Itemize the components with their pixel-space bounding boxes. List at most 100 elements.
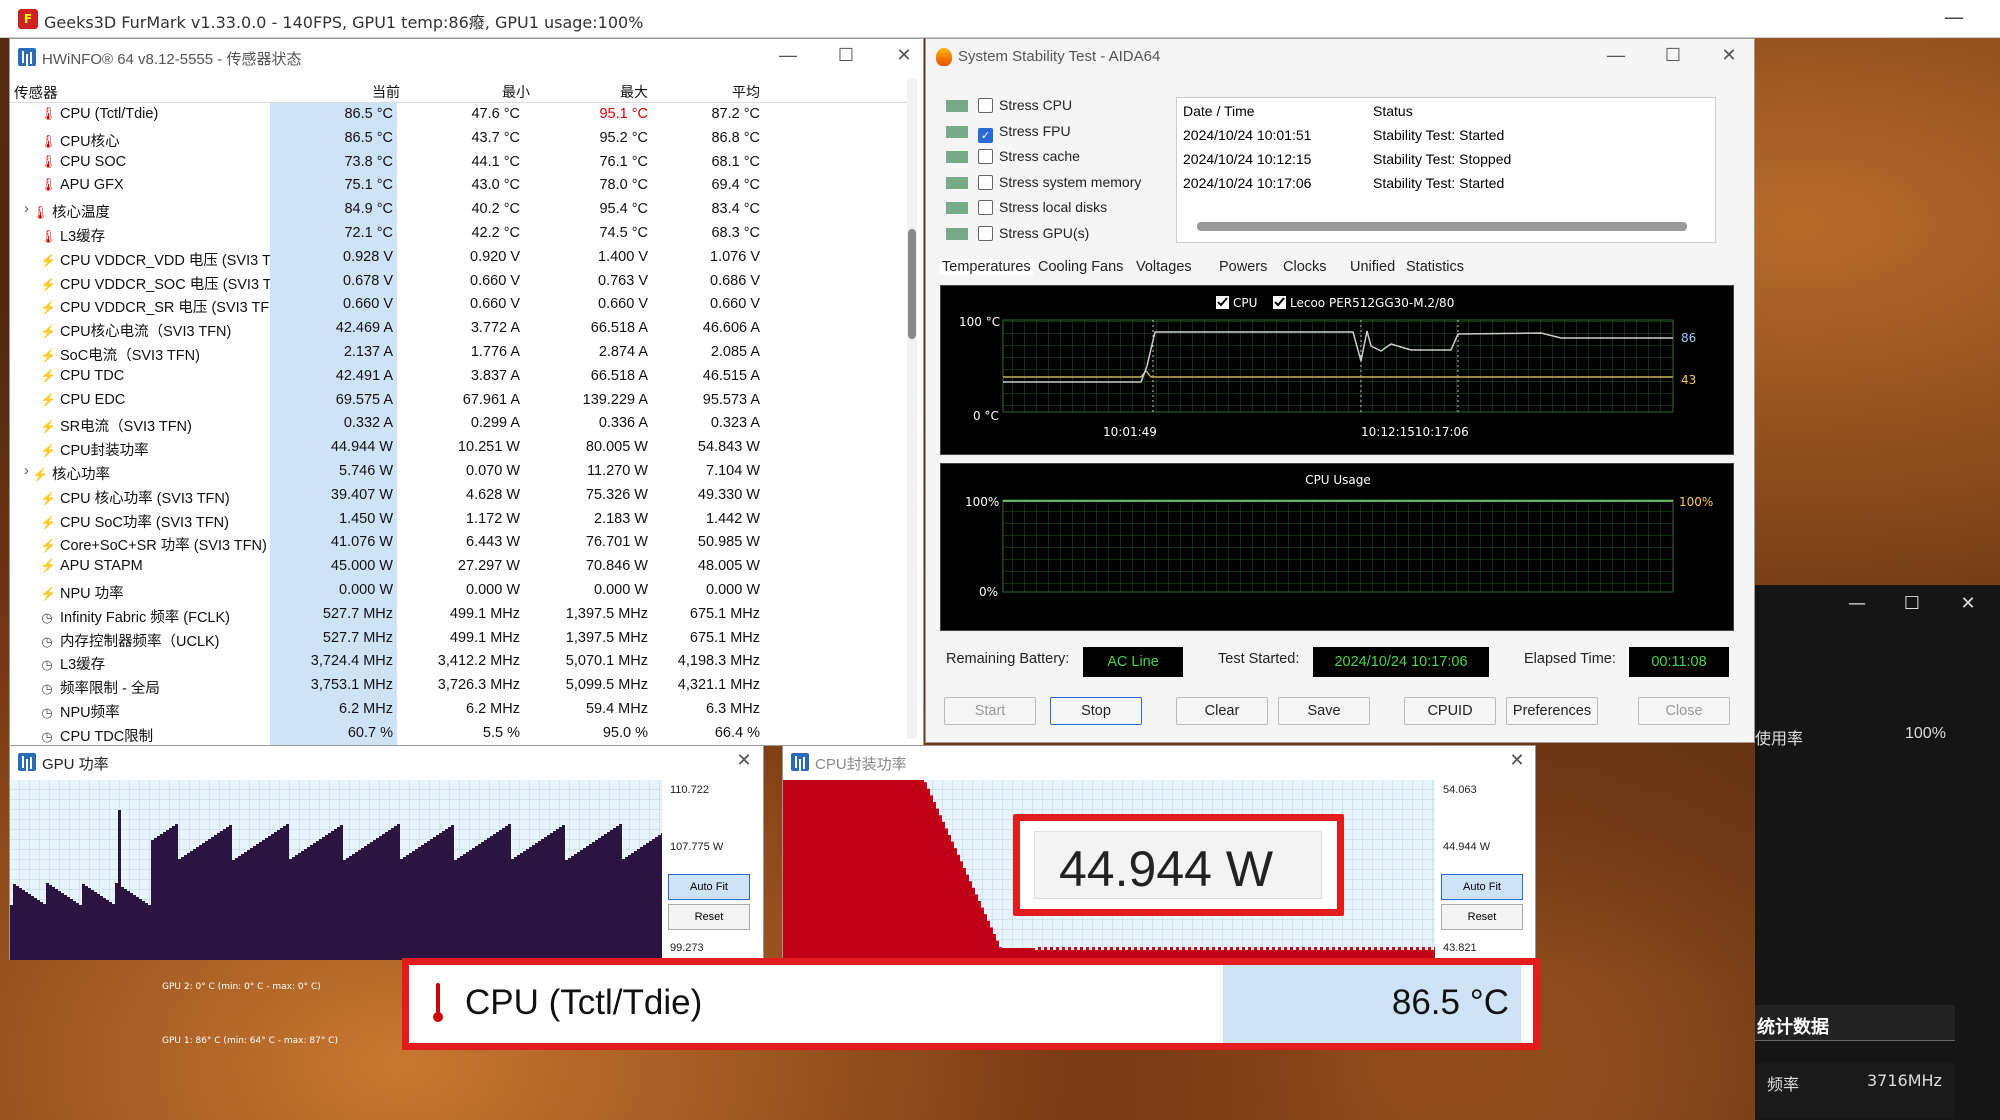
max-value: 139.229 A (582, 391, 648, 408)
log-status: Stability Test: Started (1373, 127, 1505, 143)
tab-unified[interactable]: Unified (1350, 259, 1395, 275)
stress-checkbox[interactable]: ✓ (978, 127, 993, 143)
tab-statistics[interactable]: Statistics (1406, 259, 1464, 275)
table-row[interactable]: 🌡 CPU核心 86.5 °C 43.7 °C 95.2 °C 86.8 °C (10, 126, 910, 151)
current-value: 69.575 A (270, 388, 397, 413)
stress-checkbox[interactable] (978, 200, 993, 215)
maximize-icon[interactable]: ☐ (836, 45, 856, 66)
maximize-icon[interactable]: ☐ (1663, 45, 1683, 66)
table-row[interactable]: ⚡ APU STAPM 45.000 W 27.297 W 70.846 W 48.005… (10, 555, 910, 579)
table-row[interactable]: › 🌡 核心温度 84.9 °C 40.2 °C 95.4 °C 83.4 °C (10, 198, 910, 222)
scrollbar[interactable] (907, 79, 917, 739)
usage-ymax: 100% (965, 495, 999, 509)
table-row[interactable]: ⚡ CPU VDDCR_SR 电压 (SVI3 TFN) 0.660 V 0.660 … (10, 293, 910, 318)
min-value: 4.628 W (466, 486, 520, 503)
tab-powers[interactable]: Powers (1219, 259, 1267, 275)
col-max[interactable]: 最大 (588, 82, 648, 102)
col-datetime[interactable]: Date / Time (1183, 103, 1255, 119)
stop-button[interactable]: Stop (1050, 697, 1142, 725)
reset-button[interactable]: Reset (668, 904, 750, 930)
table-row[interactable]: ⚡ CPU VDDCR_VDD 电压 (SVI3 TFN) 0.928 V 0.920… (10, 245, 910, 270)
table-row[interactable]: 🌡 CPU (Tctl/Tdie) 86.5 °C 47.6 °C 95.1 °C 87.… (10, 103, 910, 127)
minimize-icon[interactable]: — (1847, 593, 1867, 614)
close-button[interactable]: Close (1638, 697, 1730, 725)
table-row[interactable]: 🌡 APU GFX 75.1 °C 43.0 °C 78.0 °C 69.4 °C (10, 174, 910, 199)
stress-checkbox[interactable] (978, 174, 993, 190)
minimize-icon[interactable]: — (1606, 45, 1626, 66)
hwinfo-titlebar: HWiNFO® 64 v8.12-5555 - 传感器状态 — ☐ ✕ (10, 39, 923, 75)
col-current[interactable]: 当前 (340, 82, 400, 102)
log-hscrollbar[interactable] (1197, 222, 1687, 231)
stress-option[interactable]: Stress local disks (946, 199, 1107, 215)
table-row[interactable]: ◷ CPU TDC限制 60.7 % 5.5 % 95.0 % 66.4 % (10, 721, 910, 746)
close-icon[interactable]: ✕ (894, 45, 914, 66)
table-row[interactable]: ⚡ CPU 核心功率 (SVI3 TFN) 39.407 W 4.628 W 75.32… (10, 483, 910, 508)
close-icon[interactable]: ✕ (1507, 750, 1527, 771)
thermometer-icon: 🌡 (32, 205, 49, 221)
cpuid-button[interactable]: CPUID (1404, 697, 1496, 725)
table-row[interactable]: ◷ 频率限制 - 全局 3,753.1 MHz 3,726.3 MHz 5,099.5 … (10, 674, 910, 698)
table-row[interactable]: ⚡ SR电流（SVI3 TFN) 0.332 A 0.299 A 0.336 A 0.32… (10, 412, 910, 437)
table-row[interactable]: ◷ L3缓存 3,724.4 MHz 3,412.2 MHz 5,070.1 MHz 4,… (10, 650, 910, 675)
stress-option[interactable]: Stress cache (946, 148, 1080, 164)
autofit-button[interactable]: Auto Fit (668, 874, 750, 900)
tab-temperatures[interactable]: Temperatures (940, 259, 1033, 275)
avg-value: 4,321.1 MHz (677, 677, 760, 694)
preferences-button[interactable]: Preferences (1506, 697, 1598, 725)
stress-checkbox[interactable] (978, 98, 993, 113)
voltage-icon: ⚡ (40, 538, 57, 554)
usage-ymin: 0% (979, 585, 998, 599)
stats-header[interactable]: 统计数据 (1755, 1005, 1955, 1041)
table-row[interactable]: › ⚡ 核心功率 5.746 W 0.070 W 11.270 W 7.104 W (10, 459, 910, 484)
tab-cooling-fans[interactable]: Cooling Fans (1038, 259, 1123, 275)
table-row[interactable]: ⚡ SoC电流（SVI3 TFN) 2.137 A 1.776 A 2.874 A 2.0… (10, 340, 910, 365)
table-row[interactable]: ⚡ CPU核心电流（SVI3 TFN) 42.469 A 3.772 A 66.518 … (10, 317, 910, 341)
minimize-icon[interactable]: — (778, 45, 798, 66)
sensor-name: 频率限制 - 全局 (60, 681, 160, 698)
minimize-icon[interactable]: — (1944, 5, 1964, 29)
sensor-name: CPU SOC (60, 153, 127, 170)
stress-option[interactable]: Stress system memory (946, 174, 1141, 190)
tab-voltages[interactable]: Voltages (1136, 259, 1192, 275)
clear-button[interactable]: Clear (1176, 697, 1268, 725)
max-value: 2.183 W (594, 510, 648, 527)
reset-button[interactable]: Reset (1441, 904, 1523, 930)
log-status: Stability Test: Started (1373, 175, 1505, 191)
tab-clocks[interactable]: Clocks (1283, 259, 1327, 275)
table-row[interactable]: ⚡ NPU 功率 0.000 W 0.000 W 0.000 W 0.000 W (10, 578, 910, 603)
expand-chevron-icon[interactable]: › (24, 463, 29, 479)
stress-option[interactable]: ✓ Stress FPU (946, 123, 1071, 143)
autofit-button[interactable]: Auto Fit (1441, 874, 1523, 900)
thermometer-icon: 🌡 (40, 153, 57, 169)
table-row[interactable]: ⚡ CPU SoC功率 (SVI3 TFN) 1.450 W 1.172 W 2.183… (10, 507, 910, 532)
expand-chevron-icon[interactable]: › (24, 201, 29, 217)
table-row[interactable]: ◷ Infinity Fabric 频率 (FCLK) 527.7 MHz 499.1… (10, 602, 910, 627)
col-min[interactable]: 最小 (470, 82, 530, 102)
table-row[interactable]: 🌡 L3缓存 72.1 °C 42.2 °C 74.5 °C 68.3 °C (10, 221, 910, 246)
col-sensor[interactable]: 传感器 (14, 82, 58, 103)
table-row[interactable]: ⚡ Core+SoC+SR 功率 (SVI3 TFN) 41.076 W 6.443 … (10, 531, 910, 556)
close-icon[interactable]: ✕ (734, 750, 754, 771)
col-status[interactable]: Status (1373, 103, 1413, 119)
max-value: 66.518 A (590, 367, 648, 384)
stress-checkbox[interactable] (978, 225, 993, 241)
table-row[interactable]: ⚡ CPU TDC 42.491 A 3.837 A 66.518 A 46.515 A (10, 364, 910, 389)
col-avg[interactable]: 平均 (700, 82, 760, 102)
table-row[interactable]: ⚡ CPU VDDCR_SOC 电压 (SVI3 TFN) 0.678 V 0.660… (10, 269, 910, 294)
table-row[interactable]: ◷ 内存控制器频率（UCLK) 527.7 MHz 499.1 MHz 1,397.5 … (10, 626, 910, 651)
start-button[interactable]: Start (944, 697, 1036, 725)
save-button[interactable]: Save (1278, 697, 1370, 725)
table-row[interactable]: 🌡 CPU SOC 73.8 °C 44.1 °C 76.1 °C 68.1 °C (10, 150, 910, 175)
stress-option[interactable]: Stress CPU (946, 97, 1072, 113)
table-row[interactable]: ◷ NPU频率 6.2 MHz 6.2 MHz 59.4 MHz 6.3 MHz (10, 697, 910, 722)
sensor-name: APU STAPM (60, 558, 143, 575)
table-row[interactable]: ⚡ CPU EDC 69.575 A 67.961 A 139.229 A 95.573 … (10, 388, 910, 413)
close-icon[interactable]: ✕ (1719, 45, 1739, 66)
stress-checkbox[interactable] (978, 149, 993, 164)
current-value: 73.8 °C (270, 150, 397, 175)
close-icon[interactable]: ✕ (1958, 593, 1978, 614)
current-value: 527.7 MHz (270, 602, 397, 627)
table-row[interactable]: ⚡ CPU封装功率 44.944 W 10.251 W 80.005 W 54.843 W (10, 436, 910, 460)
stress-option[interactable]: Stress GPU(s) (946, 225, 1089, 241)
maximize-icon[interactable]: ☐ (1902, 593, 1922, 614)
